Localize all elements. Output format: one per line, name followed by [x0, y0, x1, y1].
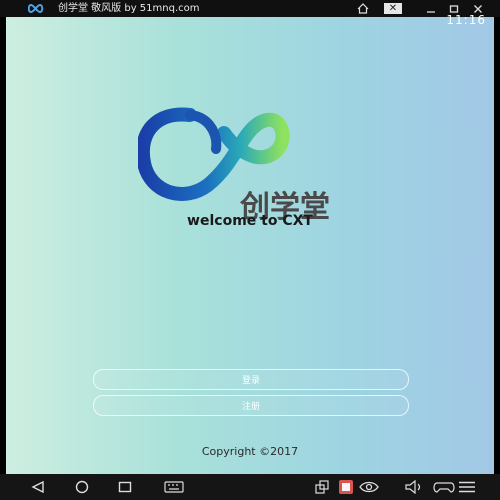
status-time: 11:16: [446, 13, 486, 27]
close-box: ✕: [384, 3, 402, 14]
screen-rotate-icon[interactable]: [310, 474, 334, 500]
menu-icon[interactable]: [454, 474, 480, 500]
navigation-bar: [0, 474, 500, 500]
home-circle-icon[interactable]: [70, 474, 94, 500]
emulator-title-bar: 创学堂 敬风版 by 51mnq.com ✕: [0, 0, 500, 17]
close-x-icon[interactable]: ✕: [382, 1, 404, 16]
login-button[interactable]: 登录: [93, 369, 409, 390]
home-icon[interactable]: [352, 1, 374, 16]
volume-icon[interactable]: [402, 474, 426, 500]
cxt-logo: 创学堂: [138, 107, 330, 225]
recents-icon[interactable]: [113, 474, 137, 500]
register-button[interactable]: 注册: [93, 395, 409, 416]
minimize-icon[interactable]: [420, 1, 442, 16]
window-title: 创学堂 敬风版 by 51mnq.com: [58, 3, 200, 14]
keyboard-icon[interactable]: [160, 474, 188, 500]
eye-icon[interactable]: [356, 474, 382, 500]
back-icon[interactable]: [26, 474, 50, 500]
app-icon[interactable]: [334, 474, 358, 500]
emulator-window: 创学堂 敬风版 by 51mnq.com ✕ 11:16 创学堂 welcome…: [0, 0, 500, 500]
welcome-text: welcome to CXT: [187, 213, 313, 229]
app-screen: 11:16 创学堂 welcome to CXT 登录 注册 Copyright…: [6, 13, 494, 474]
infinity-icon: [138, 107, 290, 201]
app-logo-icon: [28, 3, 44, 14]
copyright-text: Copyright ©2017: [201, 445, 299, 458]
